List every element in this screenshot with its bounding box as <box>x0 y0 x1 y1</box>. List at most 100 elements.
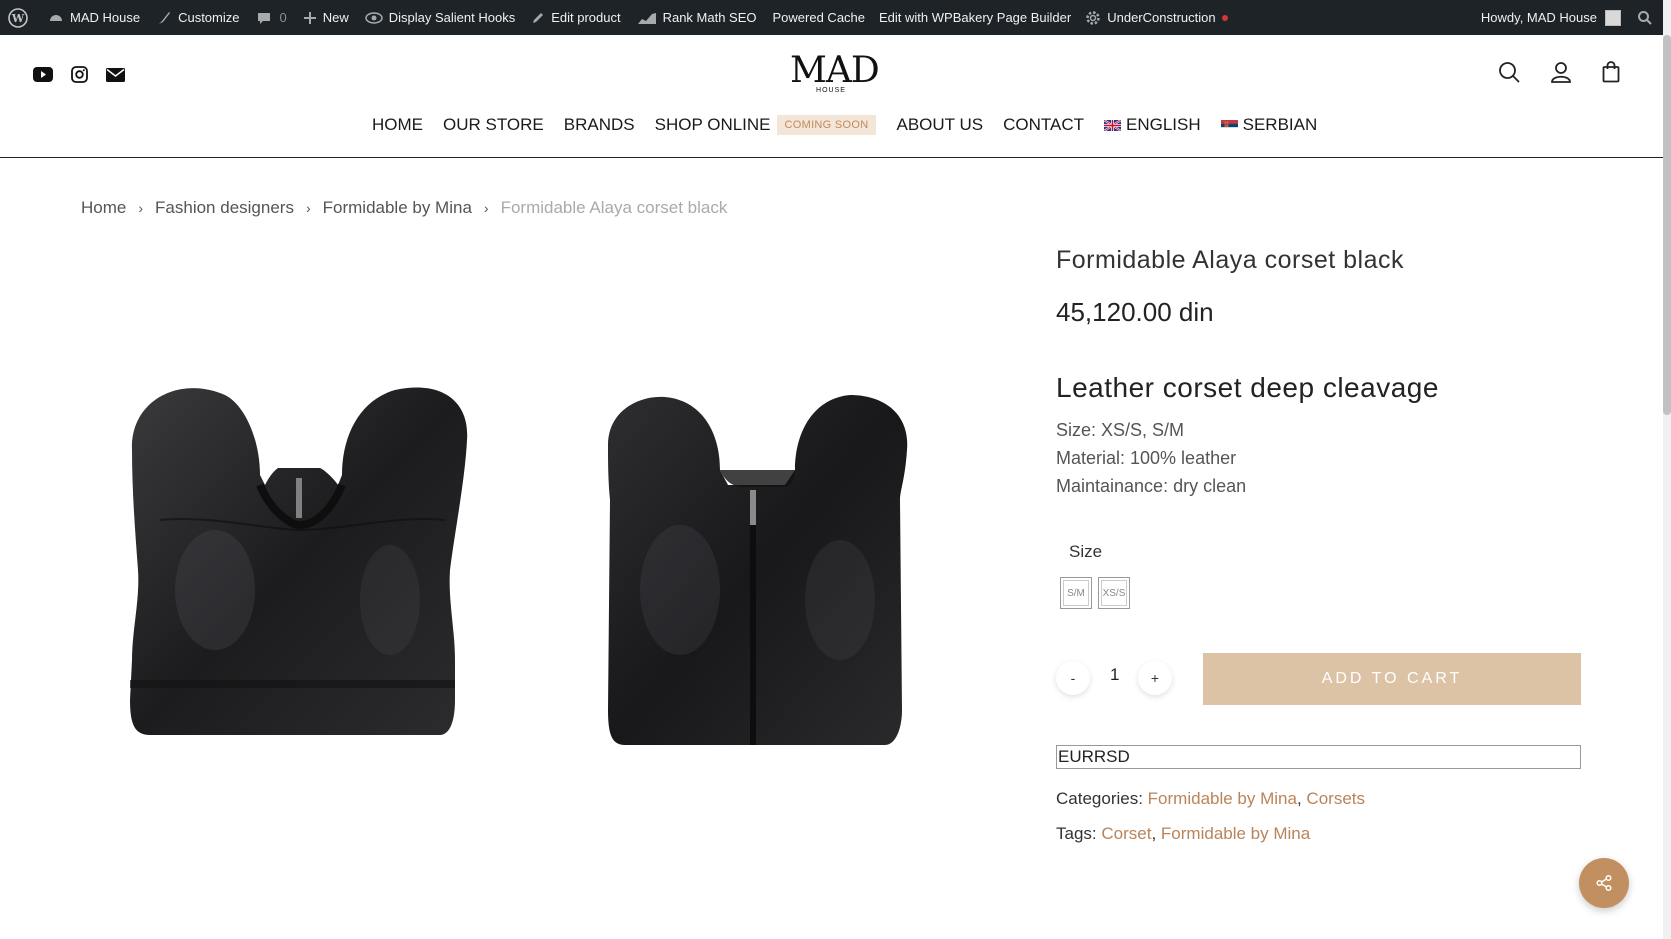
nav-shop-online[interactable]: SHOP ONLINE COMING SOON <box>655 115 877 135</box>
quantity-input[interactable]: 1 <box>1110 665 1119 685</box>
instagram-icon[interactable] <box>71 66 88 83</box>
account-icon[interactable] <box>1550 61 1572 83</box>
nav-our-store[interactable]: OUR STORE <box>443 115 544 135</box>
nav-serbian-label: SERBIAN <box>1242 115 1318 134</box>
site-header: MAD HOUSE HOME OUR STORE BRANDS SHOP ONL… <box>0 35 1663 158</box>
nav-contact[interactable]: CONTACT <box>1003 115 1084 135</box>
wpbakery-link[interactable]: Edit with WPBakery Page Builder <box>879 0 1085 35</box>
howdy-link[interactable]: Howdy, MAD House <box>1481 10 1597 25</box>
wpbakery-label: Edit with WPBakery Page Builder <box>879 10 1072 25</box>
powered-cache-link[interactable]: Powered Cache <box>773 0 880 35</box>
salient-hooks-link[interactable]: Display Salient Hooks <box>365 0 531 35</box>
quantity-plus-button[interactable]: + <box>1138 661 1172 695</box>
comments-link[interactable]: 0 <box>256 0 303 35</box>
gear-icon <box>1086 10 1100 25</box>
add-to-cart-button[interactable]: ADD TO CART <box>1203 653 1581 705</box>
under-construction-label: UnderConstruction <box>1107 10 1216 25</box>
rank-math-label: Rank Math SEO <box>662 10 757 25</box>
breadcrumb-home[interactable]: Home <box>81 198 126 218</box>
product-short-description-heading: Leather corset deep cleavage <box>1056 372 1439 403</box>
social-links <box>33 66 125 83</box>
salient-hooks-label: Display Salient Hooks <box>388 10 516 25</box>
admin-bar-right: Howdy, MAD House <box>1481 0 1653 35</box>
status-dot <box>1221 14 1228 21</box>
site-name-link[interactable]: MAD House <box>48 0 156 35</box>
currency-field[interactable]: EURRSD <box>1056 745 1581 769</box>
breadcrumb: Home › Fashion designers › Formidable by… <box>81 198 727 218</box>
product-tags: Tags: Corset, Formidable by Mina <box>1056 824 1310 844</box>
category-link-formidable[interactable]: Formidable by Mina <box>1148 789 1297 808</box>
tag-link-formidable[interactable]: Formidable by Mina <box>1161 824 1310 843</box>
nav-serbian[interactable]: SERBIAN <box>1220 115 1318 135</box>
new-label: New <box>322 10 349 25</box>
wordpress-menu[interactable]: W <box>0 0 48 35</box>
eye-icon <box>365 11 383 24</box>
product-categories: Categories: Formidable by Mina, Corsets <box>1056 789 1365 809</box>
quantity-minus-button[interactable]: - <box>1056 661 1090 695</box>
customize-label: Customize <box>178 10 240 25</box>
search-icon[interactable] <box>1637 10 1653 26</box>
product-title: Formidable Alaya corset black <box>1056 246 1404 274</box>
new-content-link[interactable]: New <box>303 0 365 35</box>
admin-bar: W MAD House Customize 0 New Display Sali… <box>0 0 1663 35</box>
page-scrollbar[interactable] <box>1663 0 1671 939</box>
youtube-icon[interactable] <box>33 67 53 82</box>
nav-brands[interactable]: BRANDS <box>564 115 635 135</box>
tag-separator: , <box>1151 824 1157 843</box>
share-button[interactable] <box>1579 858 1629 908</box>
share-icon <box>1596 874 1612 892</box>
nav-home[interactable]: HOME <box>372 115 423 135</box>
edit-product-label: Edit product <box>551 10 621 25</box>
comment-icon <box>257 12 270 24</box>
scrollbar-thumb[interactable] <box>1663 35 1671 415</box>
header-tools <box>1498 61 1620 83</box>
avatar[interactable] <box>1605 9 1621 26</box>
product-material-info: Material: 100% leather <box>1056 448 1237 468</box>
pencil-icon <box>533 12 544 23</box>
tags-label: Tags: <box>1056 824 1097 843</box>
site-name-label: MAD House <box>70 10 141 25</box>
main-nav: HOME OUR STORE BRANDS SHOP ONLINE COMING… <box>372 115 1337 135</box>
categories-label: Categories: <box>1056 789 1143 808</box>
site-logo[interactable]: MAD HOUSE <box>790 50 880 95</box>
svg-text:W: W <box>11 12 25 25</box>
brush-icon <box>159 11 171 24</box>
coming-soon-badge: COMING SOON <box>776 115 877 135</box>
category-link-corsets[interactable]: Corsets <box>1306 789 1365 808</box>
email-icon[interactable] <box>106 67 125 82</box>
category-separator: , <box>1296 789 1302 808</box>
size-label: Size <box>1069 542 1103 561</box>
product-image-back[interactable] <box>600 390 915 755</box>
tag-link-corset[interactable]: Corset <box>1101 824 1151 843</box>
wordpress-icon: W <box>8 7 28 28</box>
nav-english[interactable]: ENGLISH <box>1103 115 1201 135</box>
nav-about-us[interactable]: ABOUT US <box>896 115 983 135</box>
search-icon[interactable] <box>1498 61 1520 83</box>
product-image-front[interactable] <box>120 380 480 765</box>
customize-link[interactable]: Customize <box>156 0 255 35</box>
chevron-right-icon: › <box>305 200 311 216</box>
shopping-bag-icon[interactable] <box>1602 61 1620 83</box>
chevron-right-icon: › <box>138 200 144 216</box>
comments-count: 0 <box>279 10 287 25</box>
breadcrumb-brand[interactable]: Formidable by Mina <box>323 198 472 218</box>
powered-cache-label: Powered Cache <box>772 10 866 25</box>
breadcrumb-current: Formidable Alaya corset black <box>500 198 728 217</box>
chart-icon <box>637 12 656 24</box>
rank-math-link[interactable]: Rank Math SEO <box>637 0 773 35</box>
edit-product-link[interactable]: Edit product <box>531 0 636 35</box>
serbia-flag-icon <box>1220 119 1238 131</box>
nav-shop-online-label: SHOP ONLINE <box>654 115 771 134</box>
logo-wordmark: MAD <box>790 50 880 91</box>
nav-english-label: ENGLISH <box>1125 115 1201 134</box>
under-construction-link[interactable]: UnderConstruction <box>1085 0 1237 35</box>
chevron-right-icon: › <box>483 200 489 216</box>
plus-icon <box>303 11 316 24</box>
size-swatch-sm[interactable]: S/M <box>1060 577 1092 609</box>
product-price: 45,120.00 din <box>1056 297 1214 327</box>
breadcrumb-category[interactable]: Fashion designers <box>155 198 294 218</box>
size-swatch-xss[interactable]: XS/S <box>1098 577 1130 609</box>
dashboard-icon <box>50 14 62 21</box>
product-size-info: Size: XS/S, S/M <box>1056 420 1185 440</box>
uk-flag-icon <box>1103 119 1121 131</box>
